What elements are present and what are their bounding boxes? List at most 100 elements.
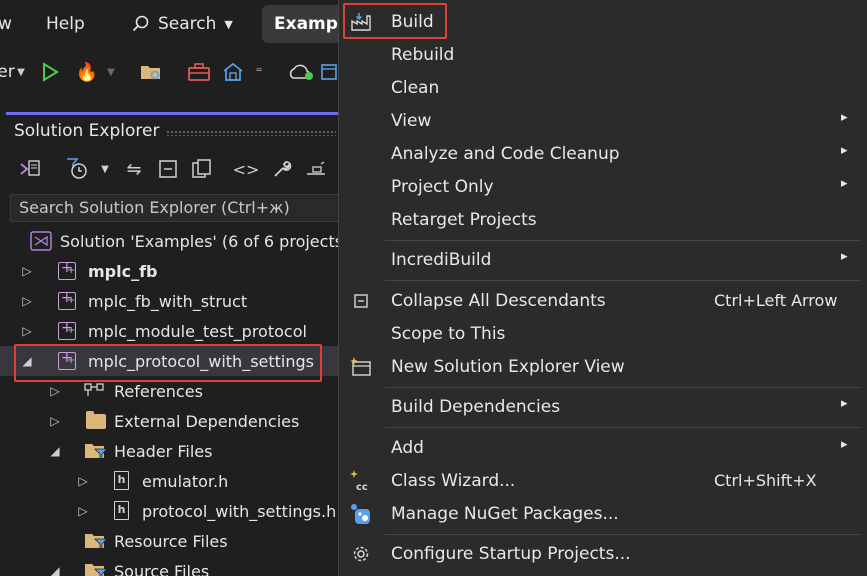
- tree-item-label: Solution 'Examples' (6 of 6 projects: [60, 231, 344, 251]
- open-folder-icon[interactable]: [138, 58, 164, 86]
- collapse-chevron-icon[interactable]: ◢: [48, 564, 62, 576]
- tree-item-folder[interactable]: ▷ External Dependencies: [0, 406, 342, 436]
- solution-explorer-title: Solution Explorer: [14, 121, 160, 141]
- tree-item-label: Header Files: [114, 441, 213, 461]
- preview-icon[interactable]: [304, 156, 328, 182]
- window-icon[interactable]: [320, 58, 338, 86]
- expand-chevron-icon[interactable]: ▷: [76, 474, 90, 488]
- tree-item-label: References: [114, 381, 203, 401]
- home-icon[interactable]: [220, 58, 246, 86]
- menu-item-class-wizard[interactable]: cc Class Wizard... Ctrl+Shift+X: [339, 466, 867, 496]
- tree-item-label: protocol_with_settings.h: [142, 501, 337, 521]
- menu-item-analyze-and-code-cleanup[interactable]: Analyze and Code Cleanup ▸: [339, 139, 867, 169]
- menu-item-label: Build Dependencies: [391, 397, 561, 417]
- menu-item-clean[interactable]: Clean: [339, 73, 867, 103]
- menu-item-manage-nuget-packages[interactable]: Manage NuGet Packages...: [339, 499, 867, 529]
- properties-wrench-icon[interactable]: [270, 156, 294, 182]
- menu-item-label: Project Only: [391, 177, 494, 197]
- expand-chevron-icon[interactable]: ▷: [76, 504, 90, 518]
- menu-item-build[interactable]: Build: [339, 7, 867, 37]
- menu-item-label: Build: [391, 12, 434, 32]
- tree-item-filter-folder[interactable]: ◢ Header Files: [0, 436, 342, 466]
- context-menu: Build Rebuild Clean View ▸ Analyze and C…: [338, 0, 867, 576]
- collapse-icon: [349, 289, 373, 313]
- tree-item-filter-folder[interactable]: ◢ Source Files: [0, 556, 342, 576]
- tree-item-label: mplc_fb_with_struct: [88, 291, 248, 311]
- references-icon: [84, 381, 106, 401]
- new-view-icon: [349, 355, 373, 379]
- submenu-arrow-icon: ▸: [841, 249, 848, 264]
- menu-item-label: Analyze and Code Cleanup: [391, 144, 620, 164]
- menu-item-label: Class Wizard...: [391, 471, 516, 491]
- submenu-arrow-icon: ▸: [841, 437, 848, 452]
- configuration-dropdown[interactable]: er: [0, 58, 15, 86]
- cpp-project-icon: [58, 320, 76, 340]
- expand-chevron-icon[interactable]: ▷: [20, 294, 34, 308]
- header-file-icon: h: [114, 471, 129, 490]
- menu-item-add[interactable]: Add ▸: [339, 433, 867, 463]
- chevron-down-icon[interactable]: ▼: [104, 58, 118, 86]
- expand-chevron-icon[interactable]: ▷: [48, 414, 62, 428]
- menu-item-new-solution-explorer-view[interactable]: New Solution Explorer View: [339, 352, 867, 382]
- chevron-down-icon[interactable]: ▼: [14, 58, 28, 86]
- drag-handle[interactable]: [166, 130, 336, 136]
- filter-folder-icon: [84, 561, 108, 576]
- submenu-arrow-icon: ▸: [841, 143, 848, 158]
- menu-item-label: Retarget Projects: [391, 210, 537, 230]
- menu-item-label: Clean: [391, 78, 440, 98]
- menu-item-label: Manage NuGet Packages...: [391, 504, 619, 524]
- tree-item-solution[interactable]: Solution 'Examples' (6 of 6 projects: [0, 226, 344, 256]
- menu-help[interactable]: Help: [46, 14, 85, 34]
- overflow-icon[interactable]: ⁼: [252, 58, 266, 86]
- menu-item-project-only[interactable]: Project Only ▸: [339, 172, 867, 202]
- solution-explorer-header: Solution Explorer: [6, 112, 342, 146]
- menu-item-incredibuild[interactable]: IncrediBuild ▸: [339, 245, 867, 275]
- menu-item-label: Scope to This: [391, 324, 506, 344]
- tree-item-file[interactable]: ▷ h emulator.h: [0, 466, 342, 496]
- tree-item-file[interactable]: ▷ h protocol_with_settings.h: [0, 496, 342, 526]
- tree-item-filter-folder[interactable]: Resource Files: [0, 526, 342, 556]
- menu-item-retarget-projects[interactable]: Retarget Projects: [339, 205, 867, 235]
- collapse-chevron-icon[interactable]: ◢: [48, 444, 62, 458]
- menu-item-label: View: [391, 111, 432, 131]
- tree-item-project[interactable]: ▷ mplc_module_test_protocol: [0, 316, 342, 346]
- menu-item-scope-to-this[interactable]: Scope to This: [339, 319, 867, 349]
- menu-view[interactable]: w: [0, 14, 12, 34]
- expand-chevron-icon[interactable]: ▷: [20, 324, 34, 338]
- tree-item-project[interactable]: ▷ mplc_fb_with_struct: [0, 286, 342, 316]
- pending-changes-filter-icon[interactable]: [64, 156, 92, 182]
- menu-item-build-dependencies[interactable]: Build Dependencies ▸: [339, 392, 867, 422]
- filter-folder-icon: [84, 531, 108, 551]
- menu-item-collapse-all-descendants[interactable]: Collapse All Descendants Ctrl+Left Arrow: [339, 286, 867, 316]
- switch-views-icon[interactable]: [18, 156, 42, 182]
- cloud-icon[interactable]: [286, 58, 316, 86]
- solution-explorer-toolbar: ▼ ⇋ <>: [6, 148, 342, 192]
- menu-item-view[interactable]: View ▸: [339, 106, 867, 136]
- tree-item-label: emulator.h: [142, 471, 229, 491]
- nuget-icon: [349, 502, 373, 526]
- view-code-icon[interactable]: <>: [233, 156, 260, 182]
- menu-item-rebuild[interactable]: Rebuild: [339, 40, 867, 70]
- search-icon: [132, 15, 149, 32]
- toolbox-icon[interactable]: [186, 58, 212, 86]
- tree-item-project[interactable]: ▷ mplc_fb: [0, 256, 342, 286]
- start-debug-icon[interactable]: [38, 58, 62, 86]
- submenu-arrow-icon: ▸: [841, 110, 848, 125]
- gear-icon: [349, 542, 373, 566]
- show-all-files-icon[interactable]: [190, 156, 214, 182]
- tree-item-label: mplc_module_test_protocol: [88, 321, 307, 341]
- chevron-down-icon[interactable]: ▼: [98, 156, 112, 182]
- expand-chevron-icon[interactable]: ▷: [48, 384, 62, 398]
- search-menu[interactable]: Search ▼: [120, 0, 242, 48]
- sync-with-document-icon[interactable]: ⇋: [122, 156, 146, 182]
- menu-item-configure-startup-projects[interactable]: Configure Startup Projects...: [339, 539, 867, 569]
- collapse-all-icon[interactable]: [156, 156, 180, 182]
- expand-chevron-icon[interactable]: ▷: [20, 264, 34, 278]
- hot-reload-icon[interactable]: 🔥: [74, 58, 100, 86]
- solution-explorer-search-input[interactable]: Search Solution Explorer (Ctrl+ж): [10, 194, 342, 222]
- menu-separator: [385, 534, 861, 535]
- menu-item-shortcut: Ctrl+Left Arrow: [714, 291, 838, 310]
- highlight-box-selected-project: [14, 344, 322, 382]
- tree-item-label: Source Files: [114, 561, 210, 576]
- menu-item-label: Configure Startup Projects...: [391, 544, 631, 564]
